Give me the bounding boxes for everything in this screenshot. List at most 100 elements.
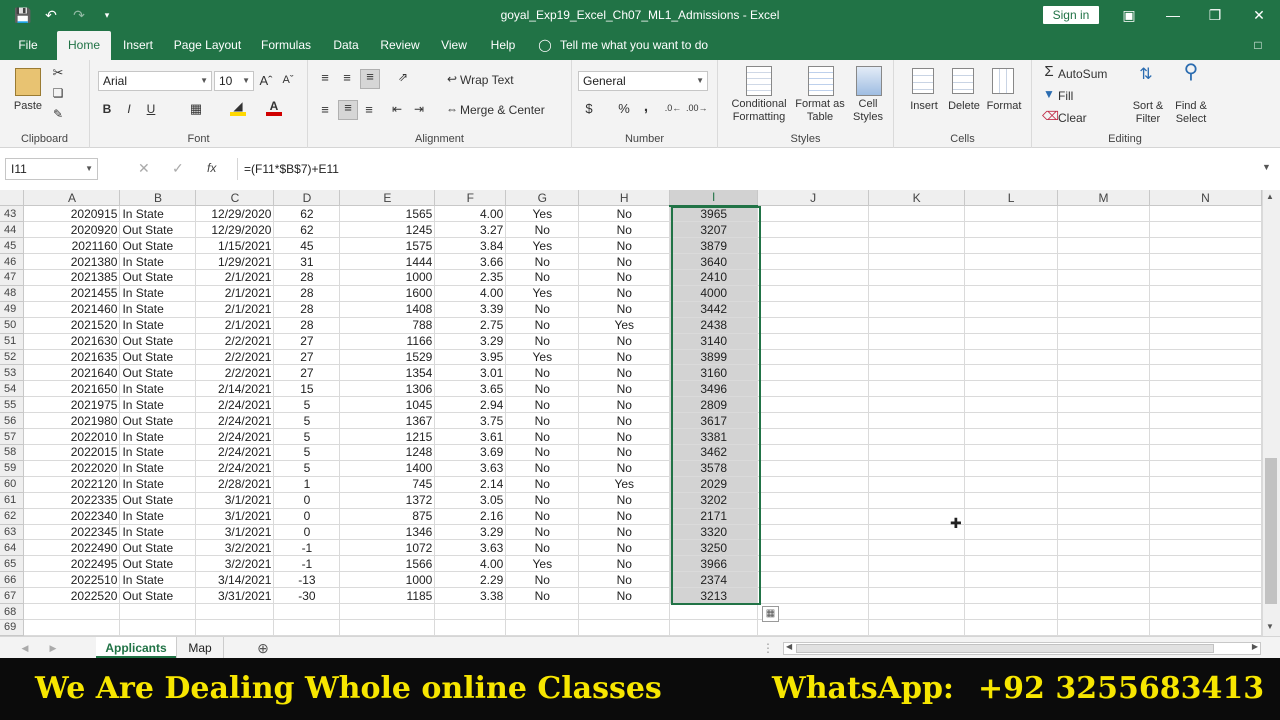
cell-g[interactable]: No <box>505 444 580 461</box>
cell-i[interactable]: 2029 <box>669 476 759 493</box>
cell-i[interactable]: 2438 <box>669 317 759 334</box>
cell-b[interactable]: Out State <box>119 492 197 509</box>
cell-d[interactable]: 0 <box>273 524 341 541</box>
cell-f[interactable]: 3.69 <box>434 444 507 461</box>
cell-g[interactable]: No <box>505 587 580 605</box>
cell-e[interactable]: 1000 <box>339 269 436 286</box>
cell-g[interactable]: No <box>505 396 580 414</box>
cell-d[interactable] <box>273 619 341 636</box>
row-header[interactable]: 65 <box>0 555 25 573</box>
cell-b[interactable]: In State <box>119 301 197 318</box>
cell-c[interactable] <box>195 603 275 620</box>
cell-e[interactable]: 1166 <box>339 333 436 350</box>
cell-f[interactable]: 3.01 <box>434 364 507 382</box>
cell-b[interactable]: In State <box>119 524 197 541</box>
cell-empty[interactable] <box>1057 492 1150 509</box>
cell-c[interactable]: 2/1/2021 <box>195 301 275 318</box>
cell-empty[interactable] <box>964 619 1058 636</box>
cell-b[interactable]: Out State <box>119 221 197 239</box>
cell-empty[interactable] <box>757 380 870 398</box>
cell-i[interactable]: 3213 <box>669 587 759 605</box>
cell-h[interactable] <box>578 619 671 636</box>
cell-empty[interactable] <box>757 412 870 430</box>
cell-empty[interactable] <box>757 364 870 382</box>
quick-analysis-icon[interactable]: ▦ <box>762 606 779 622</box>
cell-i[interactable]: 2410 <box>669 269 759 286</box>
cell-b[interactable]: In State <box>119 380 197 398</box>
font-name-select[interactable]: Arial ▼ <box>98 71 212 91</box>
cell-empty[interactable] <box>868 587 966 605</box>
cell-empty[interactable] <box>757 508 870 525</box>
cell-empty[interactable] <box>1149 603 1262 620</box>
cell-empty[interactable] <box>1057 205 1150 223</box>
cell-h[interactable]: No <box>578 492 671 509</box>
cell-empty[interactable] <box>868 364 966 382</box>
cell-d[interactable]: 31 <box>273 253 341 271</box>
row-header[interactable]: 47 <box>0 269 25 286</box>
cell-i[interactable] <box>669 619 759 636</box>
increase-indent-icon[interactable]: ⇥ <box>412 103 426 116</box>
cell-empty[interactable] <box>1149 285 1262 302</box>
row-header[interactable]: 64 <box>0 539 25 557</box>
row-header[interactable]: 49 <box>0 301 25 318</box>
cell-e[interactable]: 1354 <box>339 364 436 382</box>
cell-e[interactable]: 1372 <box>339 492 436 509</box>
cell-empty[interactable] <box>1057 555 1150 573</box>
fill-button[interactable]: Fill <box>1058 90 1094 103</box>
column-header-selected[interactable]: I <box>669 190 759 207</box>
column-header[interactable]: J <box>757 190 870 207</box>
cell-g[interactable]: No <box>505 476 580 493</box>
comments-icon[interactable]: □ <box>1248 31 1268 60</box>
cell-i[interactable]: 3640 <box>669 253 759 271</box>
cell-c[interactable]: 2/1/2021 <box>195 285 275 302</box>
font-size-select[interactable]: 10 ▼ <box>214 71 254 91</box>
cell-i[interactable]: 3442 <box>669 301 759 318</box>
cell-g[interactable]: No <box>505 571 580 589</box>
comma-button[interactable]: , <box>640 99 652 114</box>
tab-formulas[interactable]: Formulas <box>256 31 316 60</box>
cell-a[interactable]: 2021975 <box>23 396 121 414</box>
row-header[interactable]: 56 <box>0 412 25 430</box>
scroll-down-icon[interactable]: ▼ <box>1266 622 1274 631</box>
cell-empty[interactable] <box>964 364 1058 382</box>
cell-f[interactable]: 3.29 <box>434 333 507 350</box>
column-header[interactable]: N <box>1149 190 1262 207</box>
cell-empty[interactable] <box>1057 508 1150 525</box>
cell-empty[interactable] <box>868 492 966 509</box>
increase-decimal-icon[interactable]: .0← <box>664 102 682 115</box>
cell-empty[interactable] <box>964 428 1058 445</box>
cell-h[interactable]: No <box>578 349 671 366</box>
cell-d[interactable]: 5 <box>273 428 341 445</box>
cell-empty[interactable] <box>1057 380 1150 398</box>
middle-align-icon[interactable]: ≡ <box>340 71 354 84</box>
cell-f[interactable]: 4.00 <box>434 205 507 223</box>
cell-g[interactable]: No <box>505 460 580 477</box>
cell-b[interactable]: In State <box>119 476 197 493</box>
cell-empty[interactable] <box>868 253 966 271</box>
cell-empty[interactable] <box>868 349 966 366</box>
cell-a[interactable]: 2021640 <box>23 364 121 382</box>
cell-empty[interactable] <box>757 253 870 271</box>
cell-b[interactable]: In State <box>119 428 197 445</box>
cell-empty[interactable] <box>1057 603 1150 620</box>
copy-icon[interactable]: ❏ <box>50 87 66 100</box>
cell-e[interactable]: 1346 <box>339 524 436 541</box>
cell-c[interactable]: 3/14/2021 <box>195 571 275 589</box>
cell-h[interactable]: No <box>578 555 671 573</box>
cell-empty[interactable] <box>1057 428 1150 445</box>
cell-empty[interactable] <box>757 237 870 255</box>
cell-i[interactable]: 3462 <box>669 444 759 461</box>
decrease-indent-icon[interactable]: ⇤ <box>390 103 404 116</box>
cell-d[interactable]: 15 <box>273 380 341 398</box>
cell-h[interactable]: No <box>578 221 671 239</box>
row-header[interactable]: 54 <box>0 380 25 398</box>
fill-color-icon[interactable]: ◢ <box>230 100 246 116</box>
cell-d[interactable]: 28 <box>273 301 341 318</box>
cell-g[interactable]: No <box>505 301 580 318</box>
scroll-right-icon[interactable]: ▶ <box>1252 642 1258 651</box>
cell-i[interactable]: 2809 <box>669 396 759 414</box>
cell-empty[interactable] <box>868 237 966 255</box>
cell-empty[interactable] <box>868 396 966 414</box>
cell-e[interactable]: 1245 <box>339 221 436 239</box>
row-header[interactable]: 52 <box>0 349 25 366</box>
